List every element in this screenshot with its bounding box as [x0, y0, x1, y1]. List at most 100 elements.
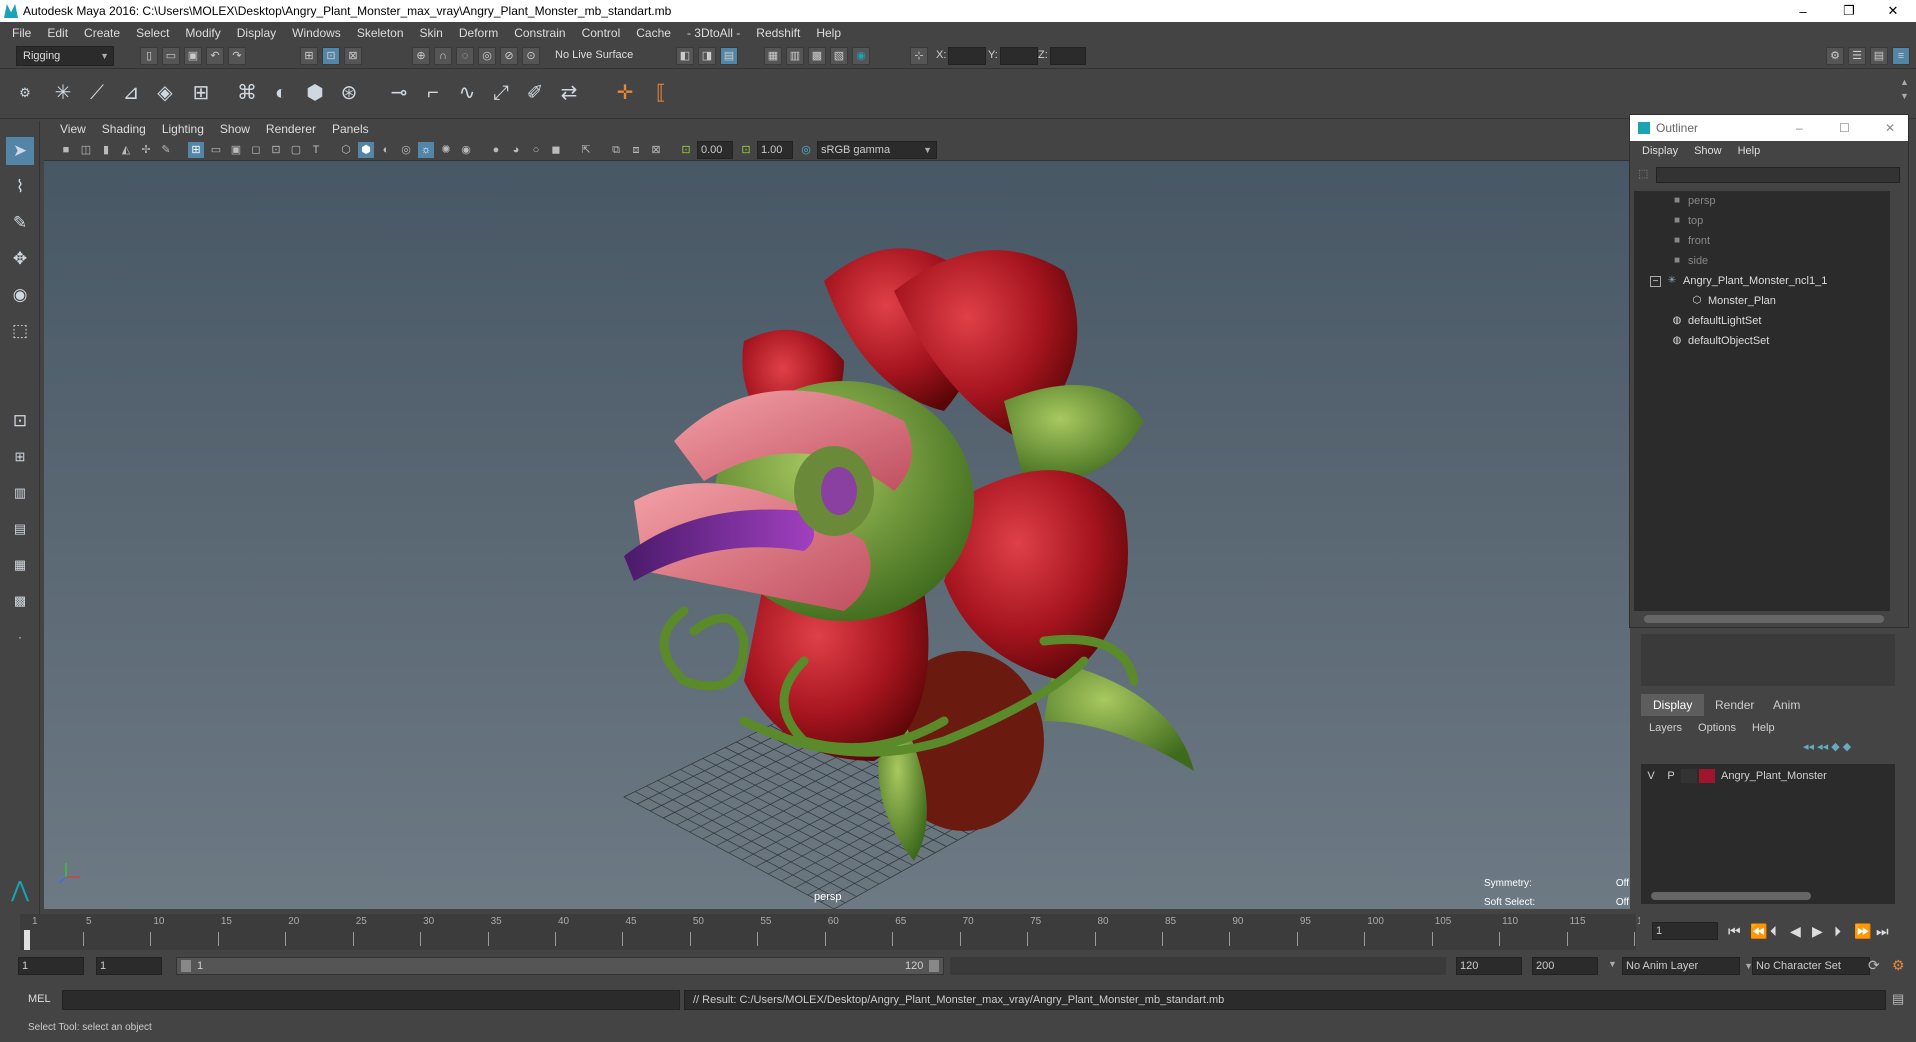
lasso-tool-icon[interactable]: ⌇ [6, 173, 34, 201]
playhead[interactable] [24, 930, 30, 950]
hypershade-icon[interactable]: ▧ [830, 47, 848, 65]
menu-display[interactable]: Display [229, 26, 284, 40]
grid-icon[interactable]: ⊞ [188, 142, 204, 158]
redshift-icon[interactable]: ◉ [852, 47, 870, 65]
multisample-aa-icon[interactable]: ◕ [508, 142, 524, 158]
vp-menu-view[interactable]: View [52, 122, 94, 136]
outliner-search-input[interactable] [1656, 167, 1900, 183]
step-forward-frame-icon[interactable]: ⏵ [1834, 923, 1841, 940]
persp-graph-icon[interactable]: ▤ [6, 515, 34, 543]
menu-constrain[interactable]: Constrain [506, 26, 573, 40]
step-forward-key-icon[interactable]: ⏩ [1854, 923, 1871, 940]
menu-windows[interactable]: Windows [284, 26, 349, 40]
outliner-layout-icon[interactable]: ▩ [6, 587, 34, 615]
screen-space-ao-icon[interactable]: ◉ [458, 142, 474, 158]
parent-constraint-icon[interactable]: ⟦ [646, 77, 676, 109]
menu-help[interactable]: Help [808, 26, 849, 40]
rotate-tool-icon[interactable]: ◉ [6, 281, 34, 309]
paint-weights-icon[interactable]: ✐ [520, 77, 550, 109]
layer-row[interactable]: V P Angry_Plant_Monster [1641, 766, 1895, 786]
layer-menu-layers[interactable]: Layers [1641, 722, 1690, 734]
undo-icon[interactable]: ↶ [206, 47, 224, 65]
menu-file[interactable]: File [4, 26, 39, 40]
smooth-shade-icon[interactable]: ⬢ [358, 142, 374, 158]
shelf-scroll-icon[interactable]: ▲ ▼ [1900, 75, 1909, 103]
menuset-dropdown[interactable]: Rigging ▼ [16, 46, 114, 66]
x-field[interactable] [948, 47, 986, 65]
camera-icon[interactable]: ■ [58, 142, 74, 158]
close-button[interactable]: ✕ [1885, 121, 1895, 135]
menu-select[interactable]: Select [128, 26, 177, 40]
snap-point-icon[interactable]: ◌ [456, 47, 474, 65]
render-settings-icon[interactable]: ▩ [808, 47, 826, 65]
snap-curve-icon[interactable]: ∩ [434, 47, 452, 65]
xray-active-icon[interactable]: ⧉ [608, 142, 624, 158]
wireframe-on-shaded-icon[interactable]: ◐ [378, 142, 394, 158]
go-to-end-icon[interactable]: ⏭ [1876, 923, 1889, 940]
color-management-icon[interactable]: ◎ [798, 142, 814, 158]
ik-handle-icon[interactable]: ⌐ [418, 77, 448, 109]
hud-toggle-icon[interactable]: ⊠ [648, 142, 664, 158]
script-language-label[interactable]: MEL [28, 993, 51, 1005]
cluster-icon[interactable]: ⟋ [82, 77, 112, 109]
playback-start-field[interactable]: 1 [96, 957, 162, 975]
menu-3dtoall[interactable]: - 3DtoAll - [679, 26, 748, 40]
safe-title-icon[interactable]: T [308, 142, 324, 158]
tab-anim[interactable]: Anim [1761, 694, 1812, 716]
range-end-handle[interactable] [929, 960, 939, 972]
command-input[interactable] [62, 990, 680, 1010]
start-time-field[interactable]: 1 [18, 957, 84, 975]
new-layer-icon[interactable]: ◂◂ ◂◂ ◆ ◆ [1803, 740, 1851, 753]
camera-attr-icon[interactable]: ◫ [78, 142, 94, 158]
save-scene-icon[interactable]: ▣ [184, 47, 202, 65]
gamma-field[interactable]: 1.00 [757, 141, 793, 159]
outliner-item-monster-plan[interactable]: ⬡ Monster_Plan [1690, 291, 1776, 311]
outliner-menu-show[interactable]: Show [1686, 145, 1730, 157]
select-object-icon[interactable]: ⊡ [322, 47, 340, 65]
viewport-persp[interactable]: View Shading Lighting Show Renderer Pane… [44, 119, 1630, 909]
depth-of-field-icon[interactable]: ○ [528, 142, 544, 158]
move-tool-icon[interactable]: ✥ [6, 245, 34, 273]
wireframe-icon[interactable]: ⬡ [338, 142, 354, 158]
modeling-toolkit-icon[interactable]: ⚙ [1826, 47, 1844, 65]
tab-display[interactable]: Display [1641, 694, 1705, 716]
y-field[interactable] [1000, 47, 1038, 65]
range-bar[interactable]: 1 120 [176, 957, 944, 975]
layer-playback-toggle[interactable]: P [1661, 770, 1681, 782]
safe-action-icon[interactable]: ▢ [288, 142, 304, 158]
step-back-key-icon[interactable]: ⏪ [1750, 923, 1767, 940]
input-ops-icon[interactable]: ◧ [676, 47, 694, 65]
point-constraint-icon[interactable]: ✛ [610, 77, 640, 109]
scale-tool-icon[interactable]: ⬚ [6, 317, 34, 345]
play-backward-icon[interactable]: ◀ [1790, 923, 1801, 940]
outliner-item-persp[interactable]: ■ persp [1670, 191, 1716, 211]
character-set-dropdown[interactable]: No Character Set [1752, 957, 1870, 975]
render-frame-icon[interactable]: ▦ [764, 47, 782, 65]
end-time-field[interactable]: 200 [1532, 957, 1598, 975]
menu-modify[interactable]: Modify [177, 26, 228, 40]
isolate-select-icon[interactable]: ◼ [548, 142, 564, 158]
motion-blur-icon[interactable]: ● [488, 142, 504, 158]
menu-cache[interactable]: Cache [628, 26, 679, 40]
blend-shape-icon[interactable]: ⬢ [300, 77, 330, 109]
outliner-item-top[interactable]: ■ top [1670, 211, 1703, 231]
layer-color-swatch[interactable] [1699, 769, 1715, 783]
tab-render[interactable]: Render [1703, 694, 1766, 716]
outliner-menu-display[interactable]: Display [1634, 145, 1686, 157]
outliner-menu-help[interactable]: Help [1730, 145, 1769, 157]
wire-deformer-icon[interactable]: ◐ [266, 77, 296, 109]
open-scene-icon[interactable]: ▭ [162, 47, 180, 65]
soft-mod-icon[interactable]: ⊿ [116, 77, 146, 109]
outliner-item-side[interactable]: ■ side [1670, 251, 1708, 271]
exposure-icon[interactable]: ⊡ [678, 142, 694, 158]
auto-key-icon[interactable]: ⟳ [1868, 957, 1880, 974]
lattice-icon[interactable]: ⊞ [186, 77, 216, 109]
exposure-field[interactable]: 0.00 [697, 141, 733, 159]
menu-redshift[interactable]: Redshift [748, 26, 808, 40]
shelf-options-icon[interactable]: ⚙ [10, 77, 40, 109]
vp-menu-lighting[interactable]: Lighting [154, 122, 212, 136]
gamma-icon[interactable]: ⊡ [738, 142, 754, 158]
tool-settings-icon[interactable]: ▤ [1870, 47, 1888, 65]
four-view-icon[interactable]: ⊞ [6, 443, 34, 471]
redo-icon[interactable]: ↷ [228, 47, 246, 65]
